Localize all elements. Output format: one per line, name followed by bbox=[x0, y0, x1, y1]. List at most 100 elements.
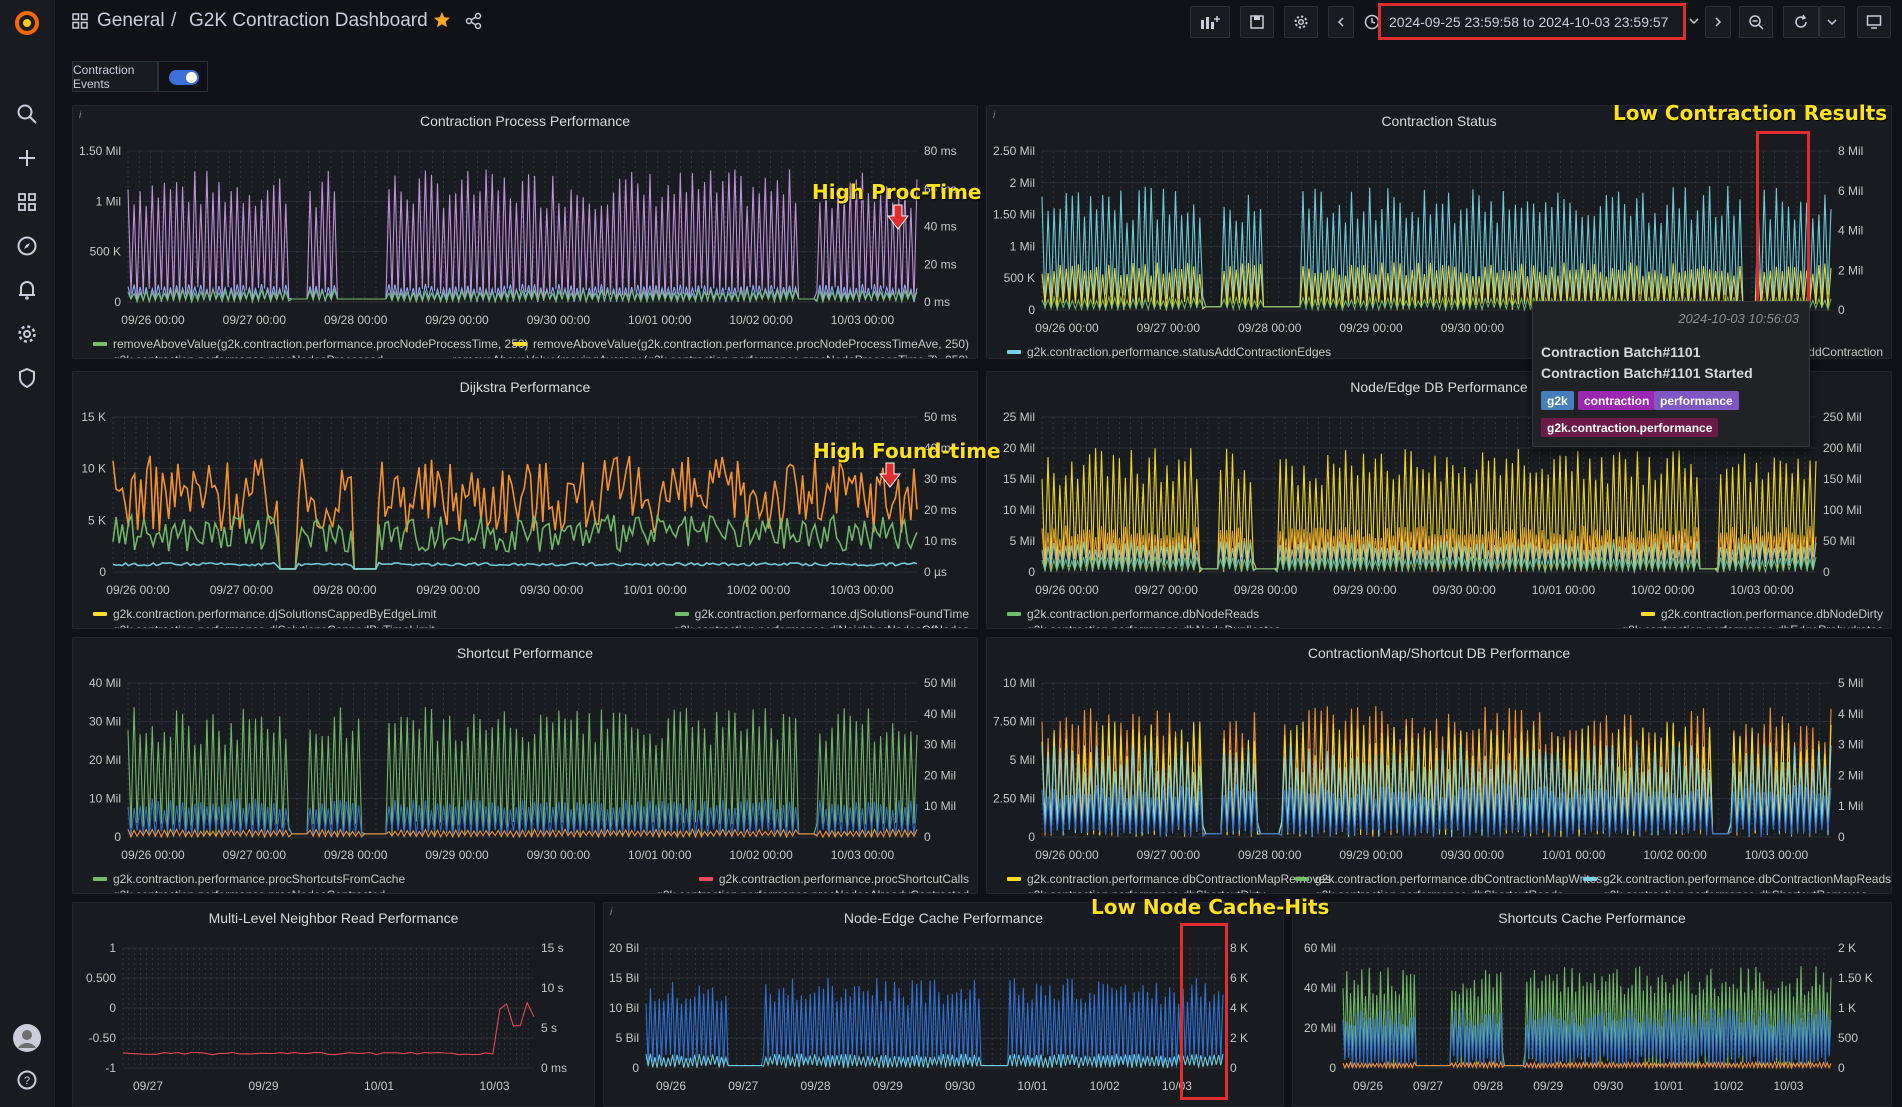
y-axis-left-tick: 10 Mil bbox=[1003, 503, 1035, 517]
legend-item[interactable]: g2k.contraction.performance.dbNodeReads bbox=[1007, 607, 1259, 621]
legend-swatch bbox=[1007, 612, 1021, 616]
panel-title[interactable]: Dijkstra Performance bbox=[73, 379, 977, 395]
user-avatar[interactable] bbox=[12, 1023, 42, 1053]
chart-area[interactable]: 1.50 Mil1 Mil500 K080 ms60 ms40 ms20 ms0… bbox=[73, 106, 977, 358]
legend-item[interactable]: g2k.contraction.performance.procShortcut… bbox=[698, 872, 969, 886]
dashboard-settings-button[interactable] bbox=[1284, 6, 1318, 38]
panel-contractionmap-shortcut-db-performance[interactable]: 10 Mil 7.50 Mil 5 Mil 2.50 Mil 0 5 Mil 4 Mil 3 … bbox=[986, 637, 1892, 894]
legend-item[interactable]: g2k.contraction.performance.dbContractio… bbox=[1295, 872, 1602, 886]
tv-mode-button[interactable] bbox=[1857, 6, 1891, 38]
chart-area[interactable]: 40 Mil 30 Mil 20 Mil 10 Mil 0 50 Mil 40 Mil 30 … bbox=[73, 638, 977, 893]
arrow-down-icon bbox=[878, 462, 902, 491]
y-axis-left-tick: 0 bbox=[99, 565, 106, 579]
legend-item[interactable]: g2k.contraction.performance.procNodesCon… bbox=[93, 888, 385, 893]
x-axis-tick: 10/03 00:00 bbox=[830, 583, 894, 597]
refresh-button[interactable] bbox=[1783, 6, 1819, 38]
y-axis-left-tick: 15 Mil bbox=[1003, 472, 1035, 486]
legend-item[interactable]: g2k.contraction.performance.procNodesPro… bbox=[93, 353, 383, 358]
time-shift-back-button[interactable] bbox=[1328, 6, 1354, 38]
help-icon[interactable]: ? bbox=[14, 1067, 40, 1093]
legend-item[interactable]: removeAboveValue(g2k.contraction.perform… bbox=[93, 337, 529, 351]
panel-title[interactable]: ContractionMap/Shortcut DB Performance bbox=[987, 645, 1891, 661]
contraction-events-toggle[interactable] bbox=[158, 61, 208, 92]
y-axis-left-tick: 40 Mil bbox=[1304, 981, 1336, 995]
alerting-bell-icon[interactable] bbox=[14, 277, 40, 303]
y-axis-right-tick: 0 bbox=[1823, 565, 1830, 579]
chart-area[interactable]: 60 Mil 40 Mil 20 Mil 0 2 K 1.50 K 1 K 500 0 09/26… bbox=[1293, 903, 1891, 1106]
zoom-out-button[interactable] bbox=[1739, 6, 1773, 38]
toggle-switch[interactable] bbox=[169, 70, 199, 85]
chart-area[interactable]: 1 0.500 0 -0.50 -1 15 s 10 s 5 s 0 ms 09/27 09/29 1… bbox=[73, 903, 594, 1106]
legend-item[interactable]: g2k.contraction.performance.procShortcut… bbox=[93, 872, 405, 886]
panel-shortcut-performance[interactable]: 40 Mil 30 Mil 20 Mil 10 Mil 0 50 Mil 40 Mil 30 … bbox=[72, 637, 978, 894]
y-axis-left-tick: 0 bbox=[1028, 303, 1035, 317]
x-axis-tick: 09/27 00:00 bbox=[223, 313, 287, 327]
legend-swatch bbox=[1640, 612, 1655, 616]
y-axis-right-tick: 6 Mil bbox=[1838, 184, 1863, 198]
refresh-interval-dropdown[interactable] bbox=[1819, 6, 1845, 38]
legend-item[interactable]: g2k.contraction.performance.djSolutionsC… bbox=[93, 623, 435, 628]
server-admin-shield-icon[interactable] bbox=[14, 365, 40, 391]
tag-performance[interactable]: performance bbox=[1654, 391, 1739, 410]
time-shift-forward-button[interactable] bbox=[1705, 6, 1731, 38]
y-axis-right-tick: 30 ms bbox=[924, 472, 957, 486]
panel-multi-level-neighbor-read-performance[interactable]: 1 0.500 0 -0.50 -1 15 s 10 s 5 s 0 ms 09/27 09/29 1… bbox=[72, 902, 595, 1107]
legend-item[interactable]: removeAboveValue(movingAverage(g2k.contr… bbox=[432, 353, 969, 358]
legend-item[interactable]: g2k.contraction.performance.dbShortcutRe… bbox=[1583, 888, 1867, 893]
panel-title[interactable]: Shortcut Performance bbox=[73, 645, 977, 661]
x-axis-tick: 09/28 00:00 bbox=[313, 583, 377, 597]
search-icon[interactable] bbox=[14, 101, 40, 127]
legend-item[interactable]: g2k.contraction.performance.dbEdgePrehyd… bbox=[1602, 623, 1884, 628]
share-icon[interactable] bbox=[465, 12, 483, 33]
legend-item[interactable]: g2k.contraction.performance.dbNodeDirty bbox=[1640, 607, 1883, 621]
legend-item[interactable]: g2k.contraction.performance.dbContractio… bbox=[1007, 872, 1331, 886]
legend-item[interactable]: g2k.contraction.performance.dbShortcutRe… bbox=[1295, 888, 1563, 893]
star-icon[interactable] bbox=[433, 11, 451, 32]
legend-item[interactable]: g2k.contraction.performance.dbNodeDuplic… bbox=[1007, 623, 1280, 628]
breadcrumb-folder[interactable]: General bbox=[97, 10, 165, 32]
y-axis-right-tick: 50 Mil bbox=[1823, 534, 1855, 548]
explore-compass-icon[interactable] bbox=[14, 233, 40, 259]
y-axis-right-tick: 150 Mil bbox=[1823, 472, 1862, 486]
x-axis-tick: 10/03 00:00 bbox=[831, 313, 895, 327]
panel-title[interactable]: Multi-Level Neighbor Read Performance bbox=[73, 910, 594, 926]
panel-title[interactable]: Shortcuts Cache Performance bbox=[1293, 910, 1891, 926]
time-range-picker[interactable]: 2024-09-25 23:59:58 to 2024-10-03 23:59:… bbox=[1378, 3, 1686, 40]
annotation-high-proc-time: High Proc-Time bbox=[812, 180, 982, 204]
save-dashboard-button[interactable] bbox=[1240, 6, 1274, 38]
panel-contraction-process-performance[interactable]: 1.50 Mil 1 Mil 500 K 0 80 ms 60 ms 40 ms 20 ms 0… bbox=[72, 105, 978, 359]
y-axis-left-tick: 30 Mil bbox=[89, 715, 121, 729]
legend-item[interactable]: g2k.contraction.performance.dbShortcutDi… bbox=[1007, 888, 1265, 893]
tag-g2k[interactable]: g2k bbox=[1541, 391, 1574, 410]
panel-shortcuts-cache-performance[interactable]: 60 Mil 40 Mil 20 Mil 0 2 K 1.50 K 1 K 500 0 09/26… bbox=[1292, 902, 1892, 1107]
x-axis-tick: 10/02 00:00 bbox=[729, 313, 793, 327]
chart-area[interactable]: 15 K10 K5 K050 ms40 ms30 ms20 ms10 ms0 µ… bbox=[73, 372, 977, 628]
legend-item[interactable]: g2k.contraction.performance.djSolutionsF… bbox=[674, 607, 969, 621]
y-axis-right-tick: 0 ms bbox=[541, 1061, 567, 1075]
dashboards-icon[interactable] bbox=[14, 189, 40, 215]
legend-item[interactable]: removeAboveValue(g2k.contraction.perform… bbox=[513, 337, 969, 351]
tag-contraction[interactable]: contraction bbox=[1578, 391, 1656, 410]
plus-icon[interactable] bbox=[14, 145, 40, 171]
y-axis-right-tick: 4 K bbox=[1230, 1001, 1248, 1015]
y-axis-right-tick: 10 ms bbox=[924, 534, 957, 548]
add-panel-button[interactable] bbox=[1190, 6, 1230, 38]
legend-item[interactable]: g2k.contraction.performance.djSolutionsC… bbox=[93, 607, 437, 621]
legend-item[interactable]: g2k.contraction.performance.dbContractio… bbox=[1583, 872, 1891, 886]
chart-area[interactable]: 10 Mil 7.50 Mil 5 Mil 2.50 Mil 0 5 Mil 4 Mil 3 … bbox=[987, 638, 1891, 893]
x-axis-tick: 09/27 00:00 bbox=[1137, 848, 1201, 862]
grafana-logo-icon[interactable] bbox=[12, 8, 42, 38]
y-axis-left-tick: -0.50 bbox=[89, 1031, 117, 1045]
panel-dijkstra-performance[interactable]: 15 K 10 K5 K 0 50 ms 40 ms 30 ms 20 ms 10 ms 0 µ… bbox=[72, 371, 978, 629]
legend-swatch bbox=[513, 342, 527, 346]
panel-title[interactable]: Contraction Process Performance bbox=[73, 113, 977, 129]
x-axis-tick: 10/02 00:00 bbox=[1643, 848, 1707, 862]
tag-g2k-contraction-performance[interactable]: g2k.contraction.performance bbox=[1541, 418, 1719, 437]
legend-item[interactable]: g2k.contraction.performance.statusAddCon… bbox=[1007, 345, 1331, 358]
chevron-down-icon[interactable] bbox=[1688, 15, 1700, 30]
legend-item[interactable]: g2k.contraction.performance.procNodesAlr… bbox=[636, 888, 969, 893]
configuration-gear-icon[interactable] bbox=[14, 321, 40, 347]
dashboard-title[interactable]: G2K Contraction Dashboard bbox=[189, 10, 428, 32]
legend-item[interactable]: g2k.contraction.performance.djNeighborNo… bbox=[654, 623, 970, 628]
y-axis-right-tick: 8 K bbox=[1230, 941, 1248, 955]
